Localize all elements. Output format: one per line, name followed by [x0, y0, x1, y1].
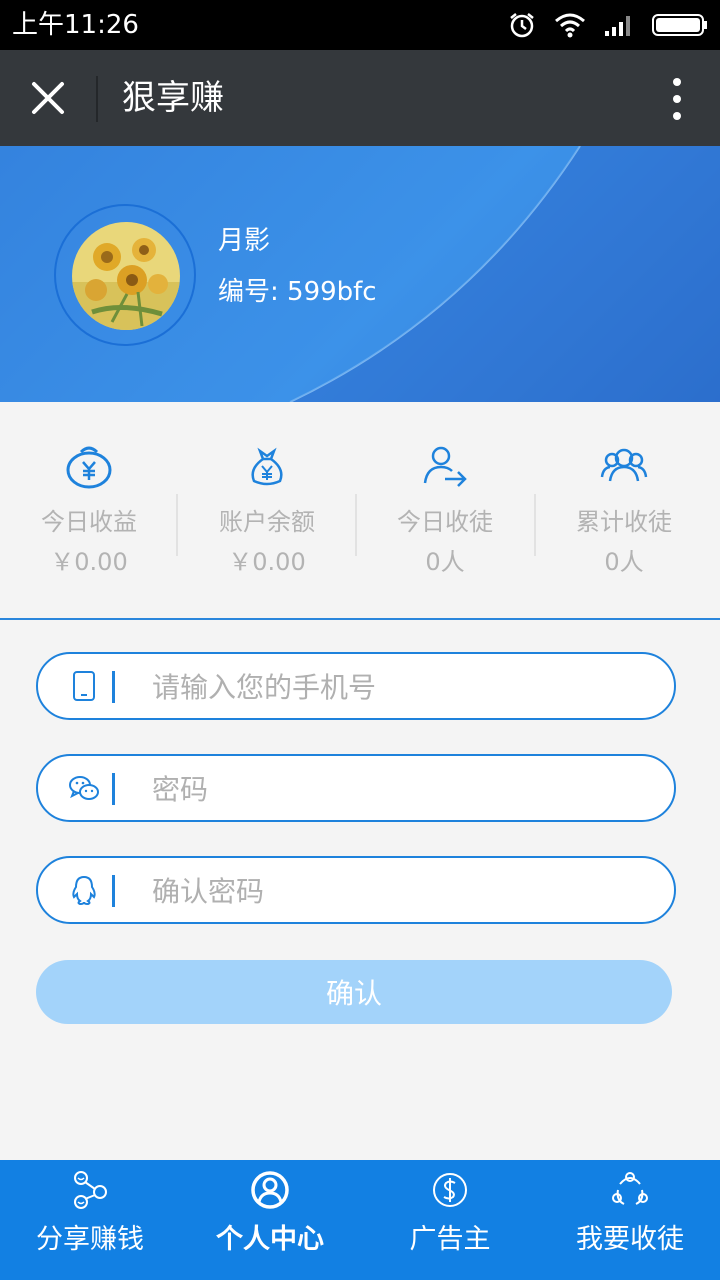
nav-item-advertiser[interactable]: 广告主 [360, 1160, 540, 1280]
battery-icon [652, 14, 707, 36]
confirm-password-field[interactable] [36, 856, 676, 924]
stat-today-apprentices[interactable]: 今日收徒 0人 [356, 442, 534, 580]
user-id: 编号: 599bfc [218, 277, 377, 307]
field-divider [112, 773, 115, 805]
password-field[interactable] [36, 754, 676, 822]
more-button[interactable] [662, 74, 692, 124]
stat-total-apprentices[interactable]: 累计收徒 0人 [535, 442, 713, 580]
user-arrow-icon [423, 446, 467, 487]
nav-label: 分享赚钱 [36, 1224, 144, 1255]
status-bar: 上午11:26 [0, 0, 720, 50]
stat-value: 0人 [425, 548, 465, 576]
bottom-nav: 分享赚钱 个人中心 广告主 我要收徒 [0, 1160, 720, 1280]
nav-item-share-earn[interactable]: 分享赚钱 [0, 1160, 180, 1280]
qq-penguin-icon [72, 875, 96, 906]
stat-label: 累计收徒 [576, 508, 672, 536]
page-title: 狠享赚 [122, 78, 224, 118]
title-divider [96, 76, 98, 122]
dollar-circle-icon [433, 1173, 467, 1207]
confirm-button[interactable]: 确认 [36, 960, 672, 1024]
wechat-icon [69, 776, 99, 800]
status-icons [508, 10, 708, 40]
signal-icon [605, 16, 630, 36]
share-icon [74, 1171, 107, 1209]
user-name: 月影 [218, 226, 271, 256]
stat-value: ￥0.00 [228, 548, 306, 576]
sunflower-painting-image [72, 222, 180, 330]
stat-account-balance[interactable]: 账户余额 ￥0.00 [178, 442, 356, 580]
close-button[interactable] [20, 70, 76, 126]
wifi-icon [555, 13, 585, 38]
stat-today-earnings[interactable]: 今日收益 ￥0.00 [0, 442, 178, 580]
field-divider [112, 875, 115, 907]
stat-label: 今日收益 [41, 508, 137, 536]
stats-panel: 今日收益 ￥0.00 账户余额 ￥0.00 今日收徒 0人 累计收徒 0人 [0, 402, 720, 620]
confirm-password-input[interactable] [150, 868, 654, 914]
phone-input[interactable] [150, 664, 654, 710]
close-icon [32, 82, 64, 114]
money-bag-yen-icon [66, 446, 112, 489]
more-vertical-icon [673, 78, 681, 120]
profile-banner: 月影 编号: 599bfc [0, 146, 720, 402]
nav-label: 个人中心 [216, 1224, 324, 1255]
nav-item-profile[interactable]: 个人中心 [180, 1160, 360, 1280]
money-sack-yen-icon [251, 447, 283, 486]
avatar[interactable] [72, 222, 180, 330]
stat-value: 0人 [604, 548, 644, 576]
nav-item-recruit[interactable]: 我要收徒 [540, 1160, 720, 1280]
users-group-icon [600, 448, 648, 482]
nav-label: 广告主 [409, 1224, 491, 1255]
password-input[interactable] [150, 766, 654, 812]
user-circle-icon [251, 1171, 289, 1209]
field-divider [112, 671, 115, 703]
alarm-icon [510, 13, 534, 38]
stat-label: 今日收徒 [397, 508, 493, 536]
title-bar: 狠享赚 [0, 50, 720, 146]
stat-label: 账户余额 [219, 508, 315, 536]
stat-value: ￥0.00 [50, 548, 128, 576]
status-time: 上午11:26 [12, 10, 139, 40]
phone-field[interactable] [36, 652, 676, 720]
nav-label: 我要收徒 [576, 1224, 684, 1255]
network-icon [612, 1172, 648, 1205]
phone-icon [73, 671, 95, 701]
